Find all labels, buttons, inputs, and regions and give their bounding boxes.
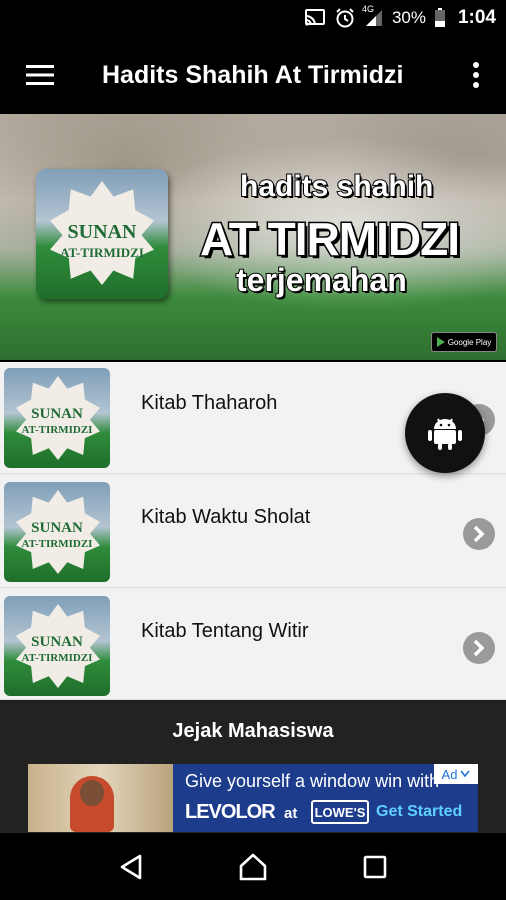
chevron-right-icon[interactable] — [463, 632, 495, 664]
footer: Jejak Mahasiswa Give yourself a window w… — [0, 700, 506, 833]
book-title-line1: SUNAN — [67, 221, 137, 243]
google-play-badge[interactable]: Google Play — [431, 332, 497, 352]
book-title-line2: AT-TIRMIDZI — [60, 245, 144, 260]
ad-person-face — [80, 780, 104, 806]
ad-badge-label: Ad — [441, 766, 458, 782]
thumb-title-line1: SUNAN — [31, 634, 83, 650]
list-item-label: Kitab Waktu Sholat — [141, 506, 311, 528]
thumb-title-line1: SUNAN — [31, 406, 83, 422]
status-bar: 4G 30% 1:04 — [0, 0, 506, 36]
android-icon — [428, 418, 462, 450]
page-title: Hadits Shahih At Tirmidzi — [102, 60, 404, 89]
chevron-right-icon[interactable] — [463, 518, 495, 550]
list-item-label: Kitab Thaharoh — [141, 392, 278, 414]
thumb-title-line2: AT-TIRMIDZI — [21, 538, 93, 550]
clock: 1:04 — [457, 7, 496, 28]
hamburger-menu-icon[interactable] — [0, 36, 80, 114]
developer-name: Jejak Mahasiswa — [172, 720, 334, 742]
network-label: 4G — [361, 4, 374, 14]
chapter-thumbnail: SUNAN AT-TIRMIDZI — [4, 482, 110, 582]
ad-at: at — [284, 805, 298, 822]
list-item[interactable]: SUNAN AT-TIRMIDZI Kitab Tentang Witir — [0, 590, 506, 700]
banner-line2: AT TIRMIDZI — [199, 212, 462, 267]
thumb-title-line1: SUNAN — [31, 520, 83, 536]
list-item[interactable]: SUNAN AT-TIRMIDZI Kitab Waktu Sholat — [0, 476, 506, 588]
chapter-thumbnail: SUNAN AT-TIRMIDZI — [4, 368, 110, 468]
android-fab-button[interactable] — [405, 393, 485, 473]
play-store-icon — [436, 337, 445, 347]
signal-icon: 4G — [362, 4, 384, 28]
more-vert-icon[interactable] — [446, 36, 506, 114]
ad-headline: Give yourself a window win with — [185, 771, 440, 791]
banner-line3: terjemahan — [235, 261, 408, 299]
list-item-label: Kitab Tentang Witir — [141, 620, 309, 642]
battery-icon — [434, 8, 446, 28]
back-icon[interactable] — [101, 837, 161, 897]
ad-choices-badge[interactable]: Ad — [434, 764, 478, 784]
thumb-title-line2: AT-TIRMIDZI — [21, 424, 93, 436]
chevron-down-icon — [460, 770, 471, 778]
ad-cta[interactable]: Get Started — [376, 803, 462, 821]
home-icon[interactable] — [223, 837, 283, 897]
banner-line1: hadits shahih — [239, 169, 434, 204]
chapter-thumbnail: SUNAN AT-TIRMIDZI — [4, 596, 110, 696]
recents-icon[interactable] — [345, 837, 405, 897]
app-toolbar: Hadits Shahih At Tirmidzi — [0, 36, 506, 114]
store-badge-label: Google Play — [447, 337, 492, 347]
ad-store-logo: LOWE'S — [311, 800, 369, 824]
alarm-icon — [334, 7, 356, 29]
cast-icon — [304, 9, 326, 27]
ad-brand: LEVOLOR — [185, 801, 276, 823]
book-cover-image: SUNAN AT-TIRMIDZI — [36, 169, 168, 299]
battery-percent: 30% — [391, 8, 426, 27]
thumb-title-line2: AT-TIRMIDZI — [21, 652, 93, 664]
system-nav-bar — [0, 833, 506, 900]
ad-banner[interactable]: Give yourself a window win with LEVOLOR … — [28, 764, 478, 832]
